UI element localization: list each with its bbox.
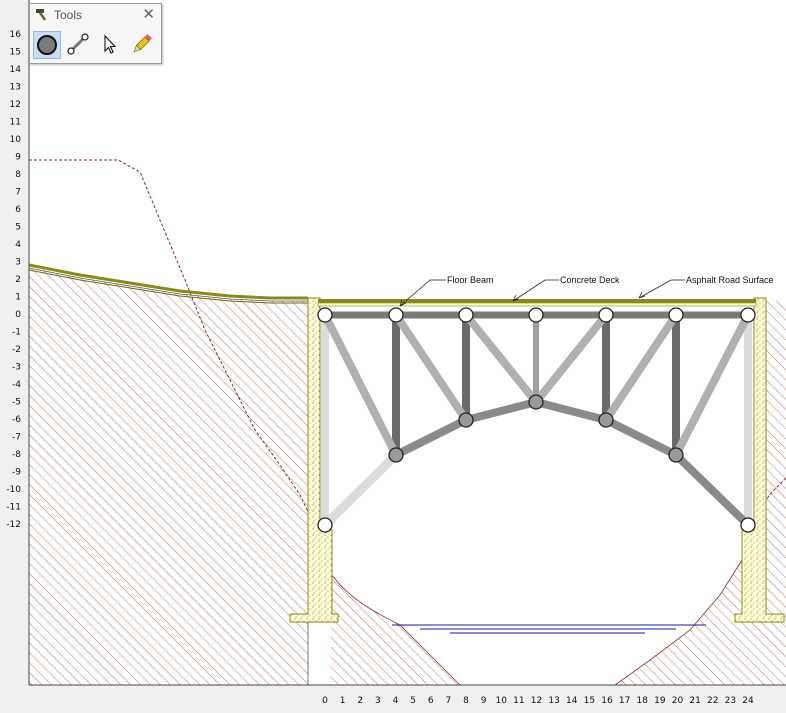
y-axis-label: -10 [6, 485, 21, 495]
x-axis-label: 4 [393, 696, 399, 706]
y-axis-label: -6 [12, 415, 21, 425]
y-axis-label: 13 [10, 83, 21, 93]
edit-tool-button[interactable] [129, 31, 157, 59]
right-bank-terrain [766, 301, 786, 685]
y-axis-label: 2 [15, 275, 21, 285]
y-axis-label: -11 [6, 503, 21, 513]
x-axis-label: 10 [496, 696, 508, 706]
member-link-icon [67, 33, 89, 55]
y-axis-label: 0 [15, 310, 21, 320]
y-axis-label: 1 [15, 293, 21, 303]
y-axis-label: 11 [10, 118, 21, 128]
x-axis-label: 13 [548, 696, 559, 706]
y-axis-label: -3 [12, 363, 21, 373]
joint-top-8[interactable] [458, 307, 474, 323]
joint-arch-12[interactable] [528, 394, 544, 410]
x-axis-label: 14 [566, 696, 578, 706]
concrete-deck [317, 302, 757, 307]
y-axis-label: -9 [12, 468, 21, 478]
joint-top-0[interactable] [317, 307, 333, 323]
x-axis-label: 8 [463, 696, 469, 706]
left-bank-terrain [28, 267, 309, 686]
joint-arch-4[interactable] [388, 447, 404, 463]
y-axis-label: 12 [10, 100, 21, 110]
x-axis-label: 20 [672, 696, 684, 706]
x-axis-label: 2 [357, 696, 363, 706]
y-axis-labels: 161514131211109876543210-1-2-3-4-5-6-7-8… [6, 30, 21, 530]
close-icon[interactable]: ✕ [142, 7, 155, 22]
x-axis-label: 16 [601, 696, 613, 706]
x-axis-label: 5 [410, 696, 416, 706]
tools-palette-title: Tools [54, 8, 83, 22]
y-axis-label: 5 [15, 223, 21, 233]
joint-tool-button[interactable] [33, 31, 61, 59]
x-axis-label: 9 [481, 696, 487, 706]
x-axis-label: 19 [654, 696, 666, 706]
y-axis-label: -2 [12, 345, 21, 355]
joint-arch-16[interactable] [598, 412, 614, 428]
select-tool-button[interactable] [97, 31, 125, 59]
y-axis-label: -5 [12, 398, 21, 408]
y-axis-label: -8 [12, 450, 21, 460]
joint-top-4[interactable] [388, 307, 404, 323]
x-axis-label: 6 [428, 696, 434, 706]
cursor-arrow-icon [104, 34, 117, 54]
x-axis-label: 12 [531, 696, 542, 706]
asphalt-road-surface [318, 299, 756, 303]
joint-arch-8[interactable] [458, 412, 474, 428]
y-axis-label: -7 [12, 433, 21, 443]
y-axis-label: 16 [10, 30, 22, 40]
asphalt-road-label: Asphalt Road Surface [686, 275, 774, 285]
y-axis-label: 6 [15, 205, 21, 215]
pencil-icon [133, 34, 152, 53]
y-axis-label: 15 [10, 48, 21, 58]
circle-icon [37, 35, 57, 55]
joint-support-left[interactable] [317, 517, 333, 533]
member-tool-button[interactable] [65, 31, 93, 59]
hammer-icon [36, 9, 47, 21]
x-axis-label: 18 [637, 696, 649, 706]
y-axis-label: 3 [15, 258, 21, 268]
y-axis-label: -12 [6, 520, 21, 530]
joint-top-16[interactable] [598, 307, 614, 323]
y-axis-label: -4 [12, 380, 21, 390]
x-axis-label: 1 [340, 696, 346, 706]
bridge-design-canvas[interactable]: Floor Beam Concrete Deck Asphalt Road Su… [0, 0, 786, 709]
joint-top-12[interactable] [528, 307, 544, 323]
x-axis-label: 0 [322, 696, 328, 706]
x-axis-label: 3 [375, 696, 381, 706]
x-axis-label: 23 [725, 696, 736, 706]
x-axis-label: 15 [584, 696, 595, 706]
x-axis-label: 21 [689, 696, 700, 706]
design-drawing[interactable]: Floor Beam Concrete Deck Asphalt Road Su… [0, 0, 786, 709]
joint-top-20[interactable] [668, 307, 684, 323]
x-axis-label: 24 [742, 696, 754, 706]
concrete-deck-label: Concrete Deck [560, 275, 620, 285]
y-axis-label: 8 [15, 170, 21, 180]
joint-top-24[interactable] [740, 307, 756, 323]
x-axis-label: 22 [707, 696, 718, 706]
y-axis-label: 4 [15, 240, 21, 250]
y-axis-label: 10 [10, 135, 22, 145]
y-axis-label: -1 [12, 328, 21, 338]
floor-beam-label: Floor Beam [447, 275, 494, 285]
x-axis-labels: 0 1 2 3 4 5 6 7 8 9 10 11 12 13 14 15 16 17 18 19 20 21 22 23 24 [322, 696, 754, 706]
x-axis-label: 11 [513, 696, 524, 706]
x-axis-label: 17 [619, 696, 630, 706]
joint-arch-20[interactable] [668, 447, 684, 463]
joint-support-right[interactable] [740, 517, 756, 533]
tools-palette[interactable]: Tools ✕ [29, 3, 162, 64]
y-axis-label: 7 [15, 188, 21, 198]
y-axis-label: 14 [10, 65, 22, 75]
y-axis-label: 9 [15, 153, 21, 163]
x-axis-label: 7 [446, 696, 452, 706]
